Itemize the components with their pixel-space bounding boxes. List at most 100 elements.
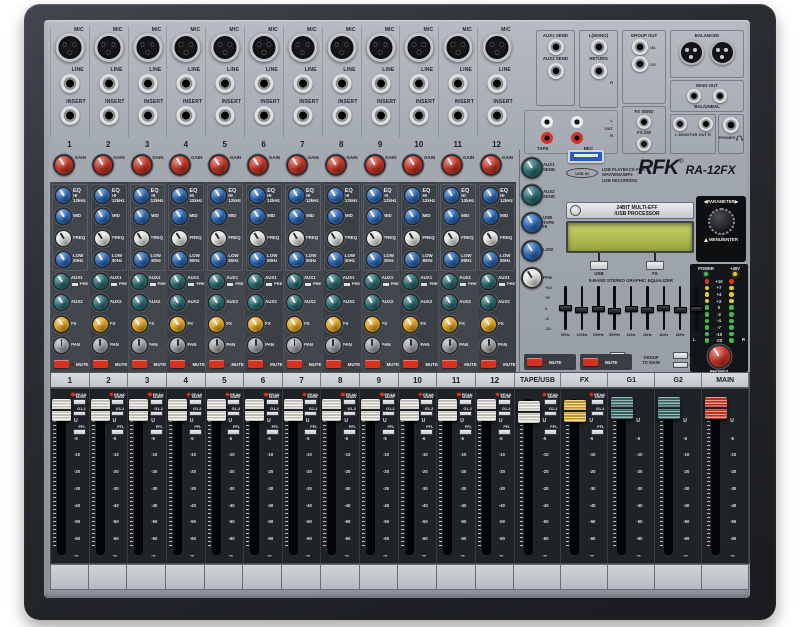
mid-freq-knob[interactable]: [172, 231, 187, 246]
low-eq-knob[interactable]: [211, 252, 226, 267]
mid-eq-knob[interactable]: [172, 209, 187, 224]
geq-slider[interactable]: [657, 305, 670, 311]
master-knob[interactable]: [523, 159, 541, 177]
aux2-knob[interactable]: [326, 295, 341, 310]
mid-eq-knob[interactable]: [250, 209, 265, 224]
hi-eq-knob[interactable]: [56, 188, 71, 203]
geq-slider[interactable]: [641, 307, 654, 313]
group-assign-button[interactable]: [73, 411, 86, 417]
master-knob[interactable]: [523, 242, 541, 260]
aux1-knob[interactable]: [287, 274, 302, 289]
pan-knob[interactable]: [481, 338, 496, 353]
pfl-button[interactable]: [343, 429, 356, 435]
master-fader[interactable]: [611, 397, 633, 419]
main-assign-button[interactable]: [111, 399, 124, 405]
main-assign-button[interactable]: [189, 399, 202, 405]
pfl-button[interactable]: [189, 429, 202, 435]
group-assign-button[interactable]: [544, 411, 557, 417]
aux2-knob[interactable]: [248, 295, 263, 310]
master-knob[interactable]: [523, 186, 541, 204]
pan-knob[interactable]: [93, 338, 108, 353]
pfl-button[interactable]: [544, 429, 557, 435]
group-assign-button[interactable]: [189, 411, 202, 417]
geq-slider[interactable]: [559, 305, 572, 311]
pre-button[interactable]: [343, 282, 351, 287]
geq-slider[interactable]: [690, 306, 703, 312]
mute-button[interactable]: [209, 360, 224, 368]
main-assign-button[interactable]: [150, 399, 163, 405]
g2-to-main-r-button[interactable]: [673, 362, 688, 369]
main-assign-button[interactable]: [498, 399, 511, 405]
gain-knob[interactable]: [249, 156, 267, 174]
pan-knob[interactable]: [54, 338, 69, 353]
channel-fader[interactable]: [91, 399, 110, 421]
channel-fader[interactable]: [284, 399, 303, 421]
fx-knob[interactable]: [403, 317, 418, 332]
aux1-knob[interactable]: [93, 274, 108, 289]
mid-eq-knob[interactable]: [95, 209, 110, 224]
fx-knob[interactable]: [170, 317, 185, 332]
master-fader[interactable]: [658, 397, 680, 419]
mid-freq-knob[interactable]: [367, 231, 382, 246]
pfl-button[interactable]: [382, 429, 395, 435]
group-assign-button[interactable]: [498, 411, 511, 417]
group-assign-button[interactable]: [227, 411, 240, 417]
main-assign-button[interactable]: [304, 399, 317, 405]
mid-eq-knob[interactable]: [367, 209, 382, 224]
master-fader[interactable]: [705, 397, 727, 419]
fx-knob[interactable]: [248, 317, 263, 332]
mute-button[interactable]: [326, 360, 341, 368]
mute-button[interactable]: [403, 360, 418, 368]
pfl-button[interactable]: [227, 429, 240, 435]
mute-button[interactable]: [365, 360, 380, 368]
mid-eq-knob[interactable]: [444, 209, 459, 224]
master-knob[interactable]: [523, 269, 541, 287]
channel-fader[interactable]: [207, 399, 226, 421]
low-eq-knob[interactable]: [172, 252, 187, 267]
main-assign-button[interactable]: [591, 399, 604, 405]
fx-mute-button[interactable]: [583, 358, 598, 366]
gain-knob[interactable]: [94, 156, 112, 174]
pre-button[interactable]: [498, 282, 506, 287]
geq-slider[interactable]: [625, 306, 638, 312]
fx-knob[interactable]: [442, 317, 457, 332]
mid-freq-knob[interactable]: [95, 231, 110, 246]
main-assign-button[interactable]: [420, 399, 433, 405]
pfl-button[interactable]: [591, 429, 604, 435]
group-assign-button[interactable]: [420, 411, 433, 417]
mid-eq-knob[interactable]: [134, 209, 149, 224]
geq-slider[interactable]: [592, 306, 605, 312]
group-assign-button[interactable]: [459, 411, 472, 417]
low-eq-knob[interactable]: [328, 252, 343, 267]
hi-eq-knob[interactable]: [483, 188, 498, 203]
aux2-knob[interactable]: [93, 295, 108, 310]
usb-port[interactable]: [568, 150, 604, 163]
hi-eq-knob[interactable]: [289, 188, 304, 203]
hi-eq-knob[interactable]: [95, 188, 110, 203]
aux2-knob[interactable]: [209, 295, 224, 310]
g2-to-main-l-button[interactable]: [673, 352, 688, 359]
main-assign-button[interactable]: [343, 399, 356, 405]
main-assign-button[interactable]: [382, 399, 395, 405]
aux1-knob[interactable]: [209, 274, 224, 289]
fx-knob[interactable]: [93, 317, 108, 332]
mid-eq-knob[interactable]: [289, 209, 304, 224]
hi-eq-knob[interactable]: [211, 188, 226, 203]
pre-button[interactable]: [110, 282, 118, 287]
pre-button[interactable]: [459, 282, 467, 287]
group-assign-button[interactable]: [343, 411, 356, 417]
pfl-button[interactable]: [150, 429, 163, 435]
mid-freq-knob[interactable]: [483, 231, 498, 246]
phones-level-knob[interactable]: [709, 346, 730, 367]
low-eq-knob[interactable]: [367, 252, 382, 267]
parameter-knob[interactable]: [708, 208, 735, 235]
low-eq-knob[interactable]: [134, 252, 149, 267]
pan-knob[interactable]: [248, 338, 263, 353]
channel-fader[interactable]: [52, 399, 71, 421]
mid-eq-knob[interactable]: [211, 209, 226, 224]
mute-button[interactable]: [442, 360, 457, 368]
mid-freq-knob[interactable]: [211, 231, 226, 246]
group-assign-button[interactable]: [591, 411, 604, 417]
channel-fader[interactable]: [361, 399, 380, 421]
pre-button[interactable]: [265, 282, 273, 287]
